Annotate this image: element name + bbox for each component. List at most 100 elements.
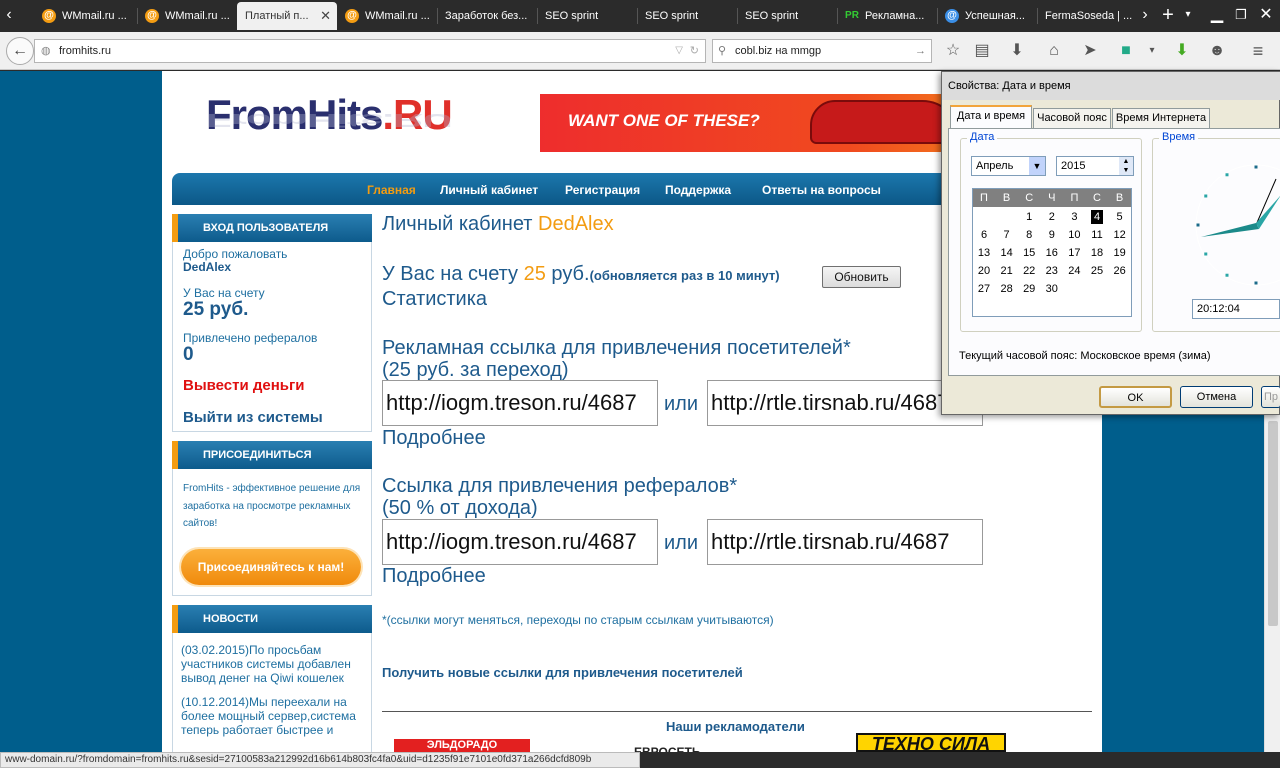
calendar-day[interactable]: 24: [1063, 262, 1085, 280]
calendar-day[interactable]: 12: [1109, 226, 1131, 244]
close-window-icon[interactable]: ✕: [1254, 0, 1278, 32]
calendar-day[interactable]: 8: [1018, 226, 1040, 244]
calendar-day[interactable]: 10: [1063, 226, 1085, 244]
addon-menu-icon[interactable]: ▾: [1140, 39, 1164, 63]
address-bar[interactable]: ◍ fromhits.ru ▽ ↻: [34, 39, 706, 63]
calendar-day[interactable]: 27: [973, 280, 995, 298]
tab-seo-sprint-2[interactable]: SEO sprint: [639, 2, 737, 30]
adlink-more-link[interactable]: Подробнее: [382, 427, 486, 450]
calendar-day[interactable]: 11: [1086, 226, 1108, 244]
calendar-day[interactable]: 16: [1041, 244, 1063, 262]
news-item[interactable]: (03.02.2015)По просьбам участников систе…: [181, 643, 370, 685]
year-spinner[interactable]: 2015 ▲ ▼: [1056, 156, 1134, 176]
bookmark-star-icon[interactable]: ☆: [941, 39, 965, 63]
tab-list-icon[interactable]: ▾: [1180, 0, 1196, 32]
send-icon[interactable]: ➤: [1078, 39, 1102, 63]
menu-cabinet[interactable]: Личный кабинет: [440, 173, 538, 207]
tab-wmmail-2[interactable]: @ WMmail.ru ...: [139, 2, 235, 30]
news-item[interactable]: (10.12.2014)Мы переехали на более мощный…: [181, 695, 370, 737]
download-icon[interactable]: ⬇: [1005, 39, 1029, 63]
calendar-day[interactable]: 14: [996, 244, 1018, 262]
reload-icon[interactable]: ↻: [690, 40, 699, 62]
join-button[interactable]: Присоединяйтесь к нам!: [181, 549, 361, 585]
logout-link[interactable]: Выйти из системы: [183, 409, 323, 426]
tekhnosila-logo[interactable]: ТЕХНО СИЛА: [856, 733, 1006, 752]
calendar-day[interactable]: 20: [973, 262, 995, 280]
calendar-day[interactable]: 2: [1041, 208, 1063, 226]
home-icon[interactable]: ⌂: [1042, 39, 1066, 63]
addon-icon[interactable]: ■: [1114, 39, 1138, 63]
tab-scroll-left-icon[interactable]: ‹: [0, 0, 18, 32]
calendar-day[interactable]: 19: [1109, 244, 1131, 262]
calendar-day[interactable]: 17: [1063, 244, 1085, 262]
stats-link[interactable]: Статистика: [382, 288, 487, 311]
calendar-day[interactable]: 29: [1018, 280, 1040, 298]
calendar-day[interactable]: 21: [996, 262, 1018, 280]
minimize-icon[interactable]: ▁: [1206, 0, 1228, 32]
tab-active-platny[interactable]: Платный п... ✕: [237, 2, 337, 30]
tab-date-time[interactable]: Дата и время: [950, 105, 1032, 129]
adlink-input-1[interactable]: http://iogm.treson.ru/4687: [382, 380, 658, 426]
new-tab-icon[interactable]: +: [1158, 0, 1178, 32]
ok-button[interactable]: OK: [1099, 386, 1172, 408]
calendar-day[interactable]: 4: [1086, 208, 1108, 226]
refresh-button[interactable]: Обновить: [822, 266, 901, 288]
menu-icon[interactable]: ≡: [1246, 39, 1270, 63]
address-text: fromhits.ru: [59, 45, 111, 57]
time-field[interactable]: 20:12:04: [1192, 299, 1280, 319]
green-download-icon[interactable]: ⬇: [1170, 39, 1194, 63]
month-select[interactable]: Апрель ▼: [971, 156, 1046, 176]
bookmarks-list-icon[interactable]: ▤: [970, 39, 994, 63]
menu-home[interactable]: Главная: [367, 173, 416, 207]
calendar-day[interactable]: 1: [1018, 208, 1040, 226]
scrollbar-thumb[interactable]: [1268, 421, 1278, 626]
clock-tick: [1254, 281, 1258, 285]
calendar-day[interactable]: 5: [1109, 208, 1131, 226]
calendar-day[interactable]: 22: [1018, 262, 1040, 280]
spinner-arrows-icon[interactable]: ▲ ▼: [1119, 157, 1133, 175]
tab-seo-sprint-1[interactable]: SEO sprint: [539, 2, 637, 30]
calendar-day[interactable]: 26: [1109, 262, 1131, 280]
cancel-button[interactable]: Отмена: [1180, 386, 1253, 408]
dropdown-icon[interactable]: ▽: [675, 40, 683, 62]
menu-register[interactable]: Регистрация: [565, 173, 640, 207]
calendar-day[interactable]: 9: [1041, 226, 1063, 244]
calendar-day[interactable]: 25: [1086, 262, 1108, 280]
close-tab-icon[interactable]: ✕: [320, 2, 331, 30]
back-arrow-icon[interactable]: ←: [6, 37, 34, 65]
tab-wmmail-1[interactable]: @ WMmail.ru ...: [36, 2, 136, 30]
restore-icon[interactable]: ❐: [1230, 0, 1252, 32]
tab-zarabotok[interactable]: Заработок без...: [439, 2, 537, 30]
search-input[interactable]: ⚲ cobl.biz на mmgp →: [712, 39, 932, 63]
calendar-day[interactable]: 18: [1086, 244, 1108, 262]
get-new-links[interactable]: Получить новые ссылки для привлечения по…: [382, 665, 743, 680]
calendar-day[interactable]: 30: [1041, 280, 1063, 298]
calendar-day[interactable]: 7: [996, 226, 1018, 244]
calendar-day[interactable]: 13: [973, 244, 995, 262]
reflink-more-link[interactable]: Подробнее: [382, 565, 486, 588]
calendar-day[interactable]: 15: [1018, 244, 1040, 262]
tab-fermasoseda[interactable]: FermaSoseda | ...: [1039, 2, 1135, 30]
calendar-day[interactable]: 3: [1063, 208, 1085, 226]
tab-scroll-right-icon[interactable]: ›: [1136, 0, 1154, 32]
euroset-logo[interactable]: ЕВРОСЕТЬ: [634, 743, 769, 752]
eldorado-logo[interactable]: ЭЛЬДОРАДО: [394, 739, 530, 752]
tab-reklamna[interactable]: PR Рекламна...: [839, 2, 937, 30]
withdraw-link[interactable]: Вывести деньги: [183, 377, 305, 394]
tab-internet-time[interactable]: Время Интернета: [1112, 108, 1210, 128]
menu-support[interactable]: Поддержка: [665, 173, 731, 207]
search-go-icon[interactable]: →: [915, 40, 926, 62]
tab-timezone[interactable]: Часовой пояс: [1033, 108, 1111, 128]
reflink-input-1[interactable]: http://iogm.treson.ru/4687: [382, 519, 658, 565]
smiley-icon[interactable]: ☻: [1205, 39, 1229, 63]
menu-faq[interactable]: Ответы на вопросы: [762, 173, 881, 207]
tab-seo-sprint-3[interactable]: SEO sprint: [739, 2, 837, 30]
tab-uspeshnaya[interactable]: @ Успешная...: [939, 2, 1037, 30]
globe-icon: ◍: [41, 45, 51, 57]
tab-wmmail-3[interactable]: @ WMmail.ru ...: [339, 2, 437, 30]
calendar-day[interactable]: 28: [996, 280, 1018, 298]
calendar-day[interactable]: 23: [1041, 262, 1063, 280]
calendar-day[interactable]: 6: [973, 226, 995, 244]
reflink-input-2[interactable]: http://rtle.tirsnab.ru/4687: [707, 519, 983, 565]
apply-button[interactable]: Пр: [1261, 386, 1280, 408]
